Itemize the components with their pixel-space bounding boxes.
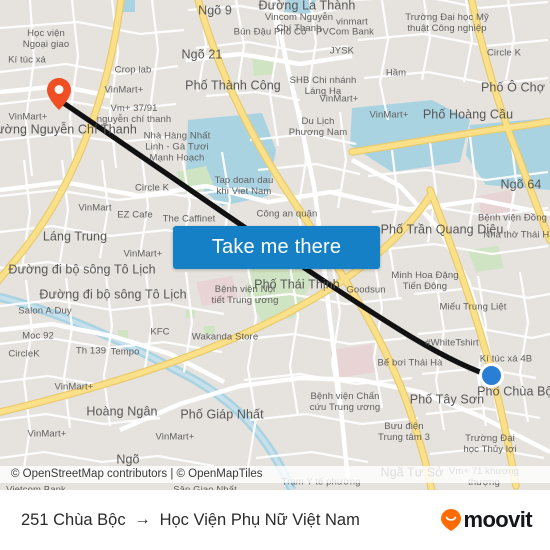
route-summary: 251 Chùa Bộc → Học Viện Phụ Nữ Việt Nam — [21, 490, 360, 550]
map-attribution: © OpenStreetMap contributors | © OpenMap… — [0, 466, 550, 483]
route-origin-label: 251 Chùa Bộc — [21, 510, 126, 529]
map-pin-origin[interactable] — [47, 78, 71, 110]
footer-bar: 251 Chùa Bộc → Học Viện Phụ Nữ Việt Nam … — [0, 490, 550, 550]
moovit-wordmark: moovit — [463, 507, 532, 532]
map-dot-destination[interactable] — [479, 363, 504, 388]
moovit-logo[interactable]: moovit — [441, 490, 533, 550]
map-canvas[interactable]: Học viện Ngoại giao Kí túc xá VinMart+ Vinc… — [0, 0, 550, 490]
take-me-there-label: Take me there — [211, 236, 342, 258]
moovit-route-widget: Học viện Ngoại giao Kí túc xá VinMart+ Vinc… — [0, 0, 550, 550]
moovit-pin-smile-icon — [441, 509, 462, 531]
arrow-right-icon: → — [134, 511, 151, 528]
take-me-there-button[interactable]: Take me there — [173, 226, 380, 269]
route-destination-label: Học Viện Phụ Nữ Việt Nam — [159, 510, 360, 529]
